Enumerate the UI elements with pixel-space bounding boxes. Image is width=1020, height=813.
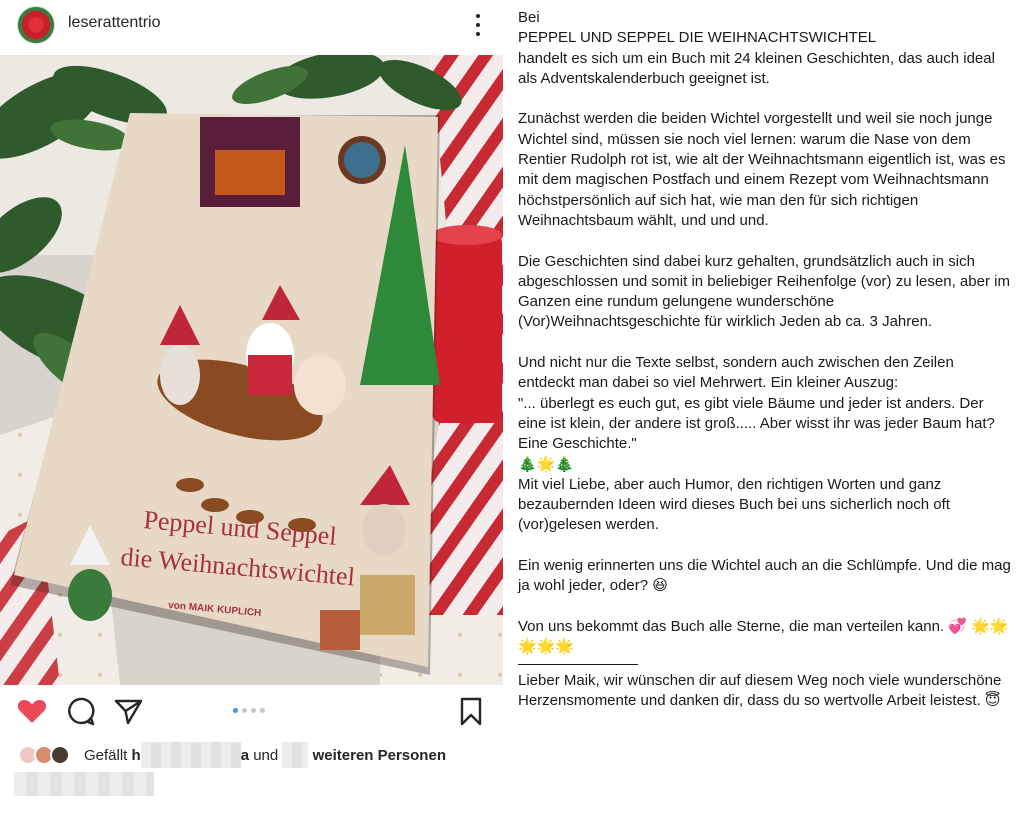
username[interactable]: leserattentrio (68, 14, 161, 32)
likes-others[interactable]: weiteren Personen (313, 747, 446, 764)
liker-name-end[interactable]: a (241, 747, 249, 764)
post-actions (0, 690, 503, 734)
likes-prefix: Gefällt (84, 746, 128, 764)
send-icon[interactable] (112, 695, 144, 727)
post-caption: Bei PEPPEL UND SEPPEL DIE WEIHNACHTSWICH… (518, 8, 1013, 711)
carousel-dot-active (233, 708, 238, 713)
caption-paragraph: Bei PEPPEL UND SEPPEL DIE WEIHNACHTSWICH… (518, 9, 995, 87)
comment-icon[interactable] (64, 695, 96, 727)
caption-paragraph: Von uns bekommt das Buch alle Sterne, di… (518, 617, 1009, 656)
caption-paragraph: Zunächst werden die beiden Wichtel vorge… (518, 110, 1006, 229)
bookmark-icon[interactable] (455, 695, 487, 727)
heart-icon[interactable] (16, 695, 48, 727)
caption-closing: Lieber Maik, wir wünschen dir auf diesem… (518, 671, 1002, 709)
caption-paragraph: Die Geschichten sind dabei kurz gehalten… (518, 252, 1010, 331)
carousel-dot (251, 708, 256, 713)
redacted-count (282, 742, 309, 768)
likes-summary[interactable]: Gefällt h a und weiteren Personen (18, 742, 503, 768)
carousel-indicator (233, 708, 265, 713)
post-header: leserattentrio (0, 0, 503, 52)
carousel-dot (242, 708, 247, 713)
caption-paragraph: Und nicht nur die Texte selbst, sondern … (518, 354, 995, 534)
avatar (50, 745, 70, 765)
profile-avatar[interactable] (17, 6, 55, 44)
divider (518, 663, 638, 665)
caption-paragraph: Ein wenig erinnerten uns die Wichtel auc… (518, 557, 1011, 595)
likes-and: und (253, 746, 279, 764)
liker-avatars (18, 744, 76, 766)
carousel-dot (260, 708, 265, 713)
liker-name-start[interactable]: h (132, 747, 141, 764)
redacted-line (14, 772, 154, 796)
more-vertical-icon[interactable] (468, 12, 488, 38)
instagram-post: leserattentrio Peppel und Seppel die Wei… (0, 0, 503, 813)
redacted-name (140, 742, 241, 768)
book-photo-illustration: Peppel und Seppel die Weihnachtswichtel … (0, 55, 503, 685)
post-photo[interactable]: Peppel und Seppel die Weihnachtswichtel … (0, 55, 503, 685)
